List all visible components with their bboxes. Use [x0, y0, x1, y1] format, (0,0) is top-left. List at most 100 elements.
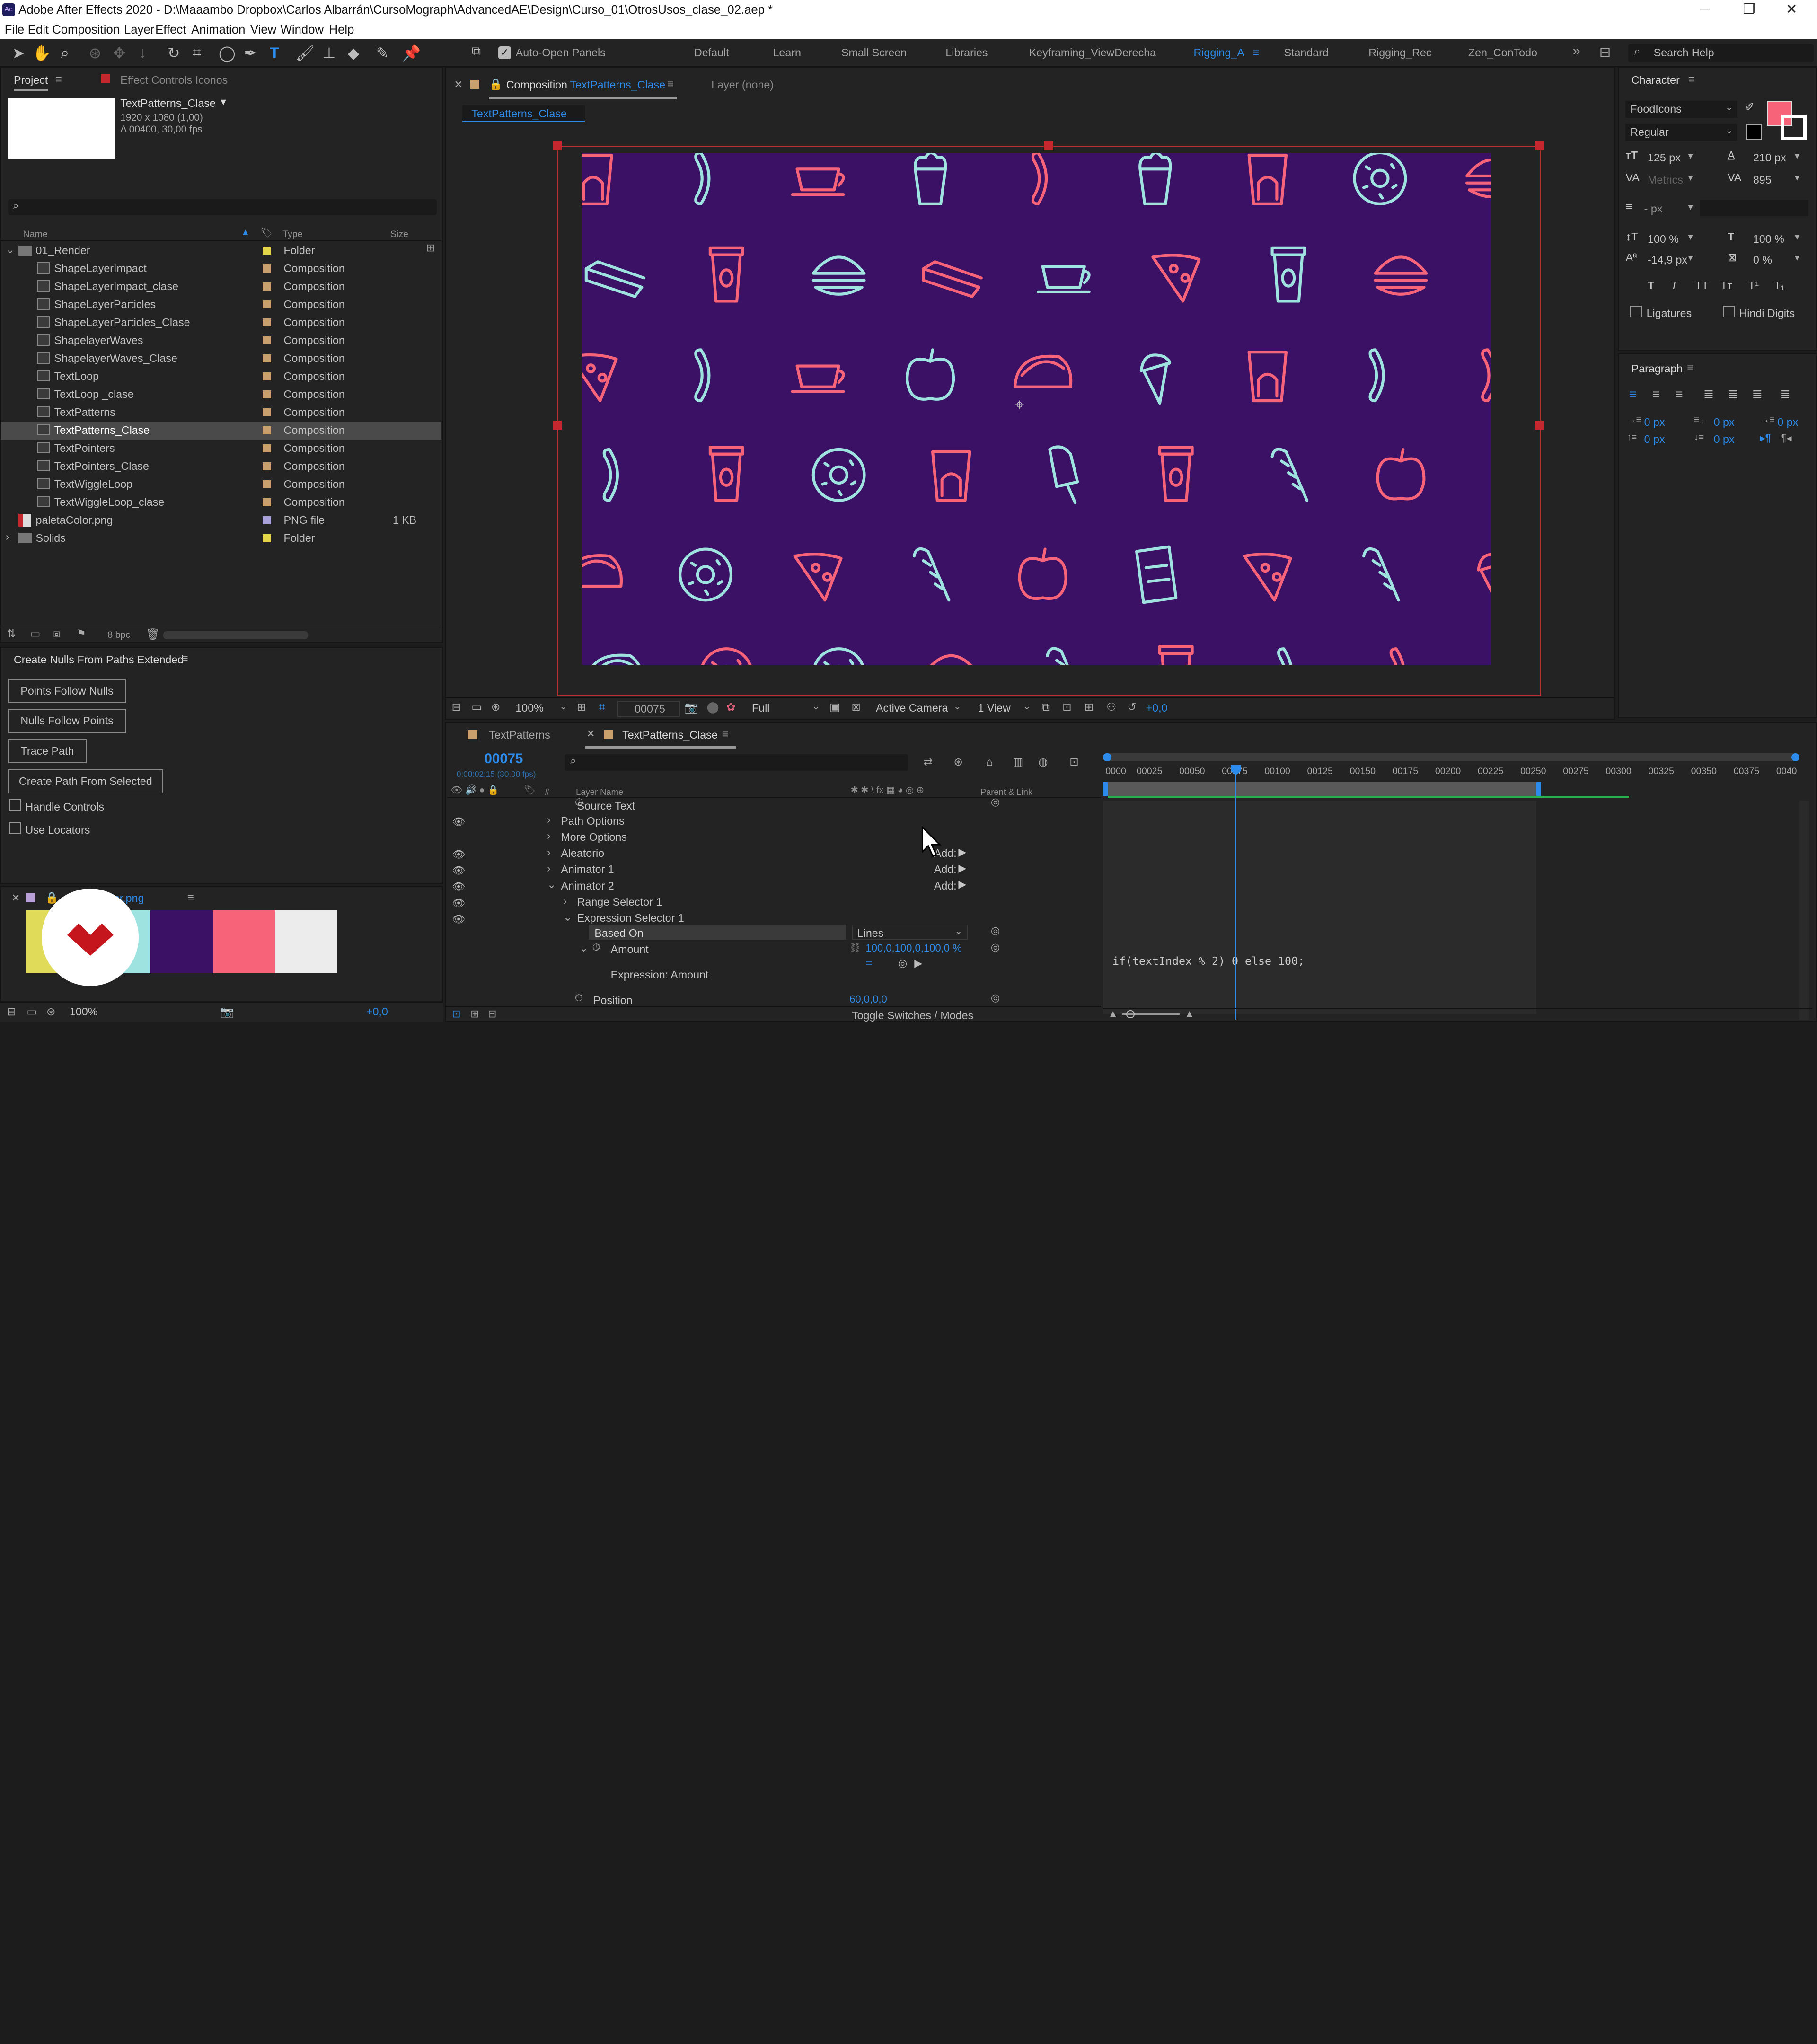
comp-menu-icon[interactable]: ≡	[667, 78, 674, 90]
reset-exposure-icon[interactable]: ↺	[1127, 701, 1136, 714]
viewer-zoom[interactable]: 100%	[515, 702, 543, 714]
anchor-point-icon[interactable]: ⌖	[1015, 396, 1024, 414]
label-color-icon[interactable]	[263, 336, 271, 345]
comp-flowchart-icon[interactable]: ⊞	[1085, 701, 1094, 714]
new-folder-icon[interactable]: ▭	[30, 627, 40, 640]
new-comp-icon[interactable]: ⧈	[53, 627, 60, 640]
mask-view-icon[interactable]: ⊛	[491, 701, 500, 714]
justify-center-icon[interactable]: ≣	[1728, 387, 1738, 402]
based-on-select[interactable]: Lines ⌄	[852, 925, 968, 940]
menu-window[interactable]: Window	[281, 23, 324, 37]
pen-tool-icon[interactable]: ✒	[241, 44, 259, 62]
project-item[interactable]: ⌄ 01_Render Folder	[1, 242, 441, 260]
leading-value[interactable]: 210 px	[1753, 151, 1786, 164]
twirl-open-icon[interactable]: ⌄	[547, 878, 556, 891]
label-color-icon[interactable]	[263, 300, 271, 309]
label-color-icon[interactable]	[263, 247, 271, 255]
visibility-eye-icon[interactable]: 👁	[452, 897, 465, 909]
amount-value[interactable]: 100,0,100,0,100,0 %	[865, 942, 961, 954]
close-tab-icon[interactable]: ✕	[11, 892, 20, 904]
menu-effect[interactable]: Effect	[155, 23, 186, 37]
adjust-settings-icon[interactable]: ⚑	[76, 627, 86, 640]
tab-textpatterns[interactable]: TextPatterns	[489, 729, 550, 741]
trash-icon[interactable]: 🗑	[146, 627, 160, 641]
vertical-scale-value[interactable]: 100 %	[1648, 233, 1679, 246]
label-color-icon[interactable]	[263, 516, 271, 524]
project-menu-icon[interactable]: ≡	[55, 73, 62, 86]
workspace-overflow-icon[interactable]: »	[1572, 43, 1580, 59]
rotate-tool-icon[interactable]: ↻	[165, 44, 183, 62]
footer-exposure[interactable]: +0,0	[366, 1005, 388, 1018]
visibility-eye-icon[interactable]: 👁	[452, 913, 465, 925]
monitor-icon[interactable]: ▭	[471, 701, 482, 714]
label-color-icon[interactable]	[263, 390, 271, 398]
hscale-dropdown-icon[interactable]: ▾	[1795, 231, 1799, 243]
small-caps-icon[interactable]: Tт	[1720, 279, 1732, 292]
label-color-icon[interactable]	[263, 264, 271, 273]
transparency-grid-icon[interactable]: ⊠	[852, 701, 861, 714]
column-size[interactable]: Size	[390, 229, 408, 240]
work-area-bar[interactable]	[1103, 782, 1542, 796]
workspace-rigging-a[interactable]: Rigging_A	[1193, 46, 1244, 59]
label-color-icon[interactable]	[263, 408, 271, 416]
align-center-icon[interactable]: ≡	[1652, 387, 1660, 402]
visibility-eye-icon[interactable]: 👁	[452, 864, 465, 876]
snapping-icon[interactable]: ⧉	[467, 44, 485, 59]
amount-twirl-icon[interactable]: ⌄	[580, 942, 588, 954]
baseline-dropdown-icon[interactable]: ▾	[1688, 252, 1693, 264]
visibility-eye-icon[interactable]: 👁	[452, 816, 465, 828]
zoom-tool-icon[interactable]: ⌕	[56, 44, 74, 62]
zoom-out-icon[interactable]: ▲	[1108, 1008, 1118, 1020]
workspace-learn[interactable]: Learn	[773, 46, 801, 59]
rtl-direction-icon[interactable]: ¶◂	[1781, 432, 1792, 444]
handle-top-center[interactable]	[1044, 141, 1053, 150]
menu-view[interactable]: View	[250, 23, 276, 37]
close-comp-tab-icon[interactable]: ✕	[454, 79, 463, 91]
auto-open-checkbox[interactable]: ✓	[498, 46, 511, 59]
composition-canvas[interactable]	[581, 152, 1491, 665]
based-on-pickwhip-icon[interactable]: ◎	[991, 925, 1000, 937]
twirl-closed-icon[interactable]: ›	[547, 846, 551, 859]
add-property-button[interactable]: ▶	[958, 862, 966, 874]
menu-file[interactable]: File	[5, 23, 24, 37]
position-stopwatch-icon[interactable]: ⏱	[575, 992, 583, 1004]
points-follow-nulls-button[interactable]: Points Follow Nulls	[8, 678, 126, 704]
shy-layers-icon[interactable]: ⌂	[986, 756, 993, 768]
workspace-standard[interactable]: Standard	[1284, 46, 1328, 59]
label-color-icon[interactable]	[263, 534, 271, 542]
roto-brush-icon[interactable]: ✎	[373, 44, 392, 62]
footer-zoom[interactable]: 100%	[70, 1005, 97, 1018]
footage-menu-icon[interactable]: ≡	[187, 891, 194, 904]
leading-dropdown-icon[interactable]: ▾	[1795, 150, 1799, 162]
tsume-value[interactable]: 0 %	[1753, 254, 1772, 266]
indent-left-value[interactable]: 0 px	[1644, 416, 1665, 429]
justify-right-icon[interactable]: ≣	[1752, 387, 1763, 402]
parent-link-header[interactable]: Parent & Link	[980, 787, 1032, 797]
viewer-exposure[interactable]: +0,0	[1146, 702, 1168, 714]
amount-pickwhip-icon[interactable]: ◎	[991, 941, 1000, 953]
timeline-menu-icon[interactable]: ≡	[722, 728, 729, 740]
project-item[interactable]: TextPatterns Composition	[1, 404, 441, 422]
timeline-property-row[interactable]: 👁 › Range Selector 1	[447, 895, 1101, 911]
selection-tool-icon[interactable]: ➤	[9, 44, 28, 62]
project-item[interactable]: ShapelayerWaves_Clase Composition	[1, 350, 441, 368]
flowchart-icon[interactable]: ⚇	[1106, 701, 1116, 714]
workspace-zen[interactable]: Zen_ConTodo	[1468, 46, 1537, 59]
fast-preview-icon[interactable]: ▣	[829, 701, 840, 714]
character-menu-icon[interactable]: ≡	[1688, 73, 1695, 86]
amount-link-icon[interactable]: ⛓	[849, 942, 861, 953]
timeline-property-row[interactable]: ⏱ Source Text ◎	[447, 796, 1101, 814]
maximize-icon[interactable]: ❐	[1743, 1, 1755, 18]
toggle-switches-modes[interactable]: Toggle Switches / Modes	[852, 1009, 973, 1022]
font-size-dropdown-icon[interactable]: ▾	[1688, 150, 1693, 162]
visibility-eye-icon[interactable]: 👁	[452, 848, 465, 860]
project-search-input[interactable]: ⌕	[8, 199, 437, 216]
menu-composition[interactable]: Composition	[52, 23, 120, 37]
horizontal-scale-value[interactable]: 100 %	[1753, 233, 1784, 246]
align-right-icon[interactable]: ≡	[1676, 387, 1683, 402]
hindi-digits-checkbox[interactable]	[1723, 306, 1735, 317]
timeline-property-row[interactable]: 👁 › Path Options	[447, 813, 1101, 829]
label-color-icon[interactable]	[263, 444, 271, 452]
project-item[interactable]: TextPatterns_Clase Composition	[1, 421, 441, 440]
zoom-in-icon[interactable]: ▲	[1184, 1008, 1195, 1020]
